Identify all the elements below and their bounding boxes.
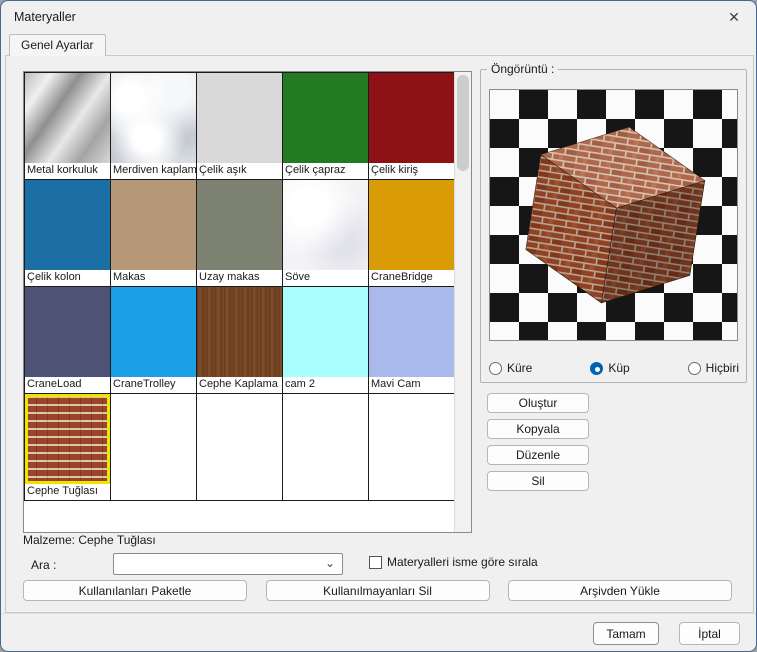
material-swatch[interactable] [369,180,454,270]
button-arşivden-yükle[interactable]: Arşivden Yükle [508,580,732,601]
material-name: CraneBridge [369,270,454,286]
material-cell-empty [197,394,283,501]
material-cell-empty [111,394,197,501]
button-i-ptal[interactable]: İptal [679,622,740,645]
title-bar: Materyaller ✕ [1,1,756,33]
brick-cube-preview [502,104,728,330]
sort-checkbox-label: Materyalleri isme göre sırala [387,555,538,569]
material-name: Merdiven kaplamı [111,163,196,179]
material-name: CraneLoad [25,377,110,393]
radio-label: Küp [608,361,629,375]
material-name: Cephe Tuğlası [25,484,110,500]
material-name: Uzay makas [197,270,282,286]
radio-küre[interactable]: Küre [489,361,532,375]
footer-buttons: Tamam İptal [593,622,740,645]
radio-dot [688,362,701,375]
close-icon[interactable]: ✕ [723,7,745,27]
material-cell[interactable]: cam 2 [283,287,369,394]
material-cell[interactable]: Çelik çapraz [283,73,369,180]
bottom-buttons: Kullanılanları Paketle Kullanılmayanları … [23,580,732,601]
material-cell[interactable]: Merdiven kaplamı [111,73,197,180]
materials-dialog: Materyaller ✕ Genel Ayarlar Metal korkul… [0,0,757,652]
material-name: Mavi Cam [369,377,454,393]
sort-checkbox[interactable] [369,556,382,569]
preview-viewport[interactable] [489,89,738,341]
material-swatch[interactable] [197,73,282,163]
material-cell[interactable]: Söve [283,180,369,287]
material-swatch[interactable] [25,73,110,163]
material-name: Cephe Kaplama [197,377,282,393]
material-name: Makas [111,270,196,286]
material-cell[interactable]: Makas [111,180,197,287]
search-combobox[interactable]: ⌄ [113,553,343,575]
window-title: Materyaller [14,10,76,24]
material-swatch[interactable] [25,287,110,377]
radio-dot [489,362,502,375]
materials-scrollbar[interactable] [454,72,471,532]
button-kullanılanları-paketle[interactable]: Kullanılanları Paketle [23,580,247,601]
material-name: CraneTrolley [111,377,196,393]
material-swatch[interactable] [111,287,196,377]
material-swatch[interactable] [283,180,368,270]
material-swatch[interactable] [25,394,110,484]
scrollbar-thumb[interactable] [457,75,469,171]
material-name: Çelik çapraz [283,163,368,179]
button-kopyala[interactable]: Kopyala [487,419,589,439]
material-swatch[interactable] [369,73,454,163]
material-swatch[interactable] [283,73,368,163]
material-swatch[interactable] [111,73,196,163]
button-sil[interactable]: Sil [487,471,589,491]
material-swatch[interactable] [197,287,282,377]
search-label: Ara : [31,558,56,572]
button-tamam[interactable]: Tamam [593,622,659,645]
material-swatch[interactable] [369,287,454,377]
material-cell[interactable]: Mavi Cam [369,287,455,394]
preview-options: Küre Küp Hiçbiri [489,361,739,375]
button-kullanılmayanları-sil[interactable]: Kullanılmayanları Sil [266,580,490,601]
footer-separator [1,613,756,614]
materials-cells: Metal korkulukMerdiven kaplamıÇelik aşık… [24,72,455,501]
material-cell[interactable]: Cephe Kaplama [197,287,283,394]
material-cell[interactable]: Cephe Tuğlası [25,394,111,501]
material-cell-empty [369,394,455,501]
radio-hiçbiri[interactable]: Hiçbiri [688,361,739,375]
sort-checkbox-row[interactable]: Materyalleri isme göre sırala [369,555,538,569]
chevron-down-icon[interactable]: ⌄ [325,556,335,570]
material-name: Metal korkuluk [25,163,110,179]
material-cell[interactable]: Çelik aşık [197,73,283,180]
material-cell[interactable]: CraneLoad [25,287,111,394]
material-swatch[interactable] [111,180,196,270]
material-cell-empty [283,394,369,501]
material-swatch[interactable] [197,180,282,270]
material-cell[interactable]: Uzay makas [197,180,283,287]
material-cell[interactable]: Metal korkuluk [25,73,111,180]
radio-label: Küre [507,361,532,375]
material-cell[interactable]: Çelik kiriş [369,73,455,180]
tab-genel-ayarlar[interactable]: Genel Ayarlar [9,34,106,56]
material-name: Çelik kiriş [369,163,454,179]
radio-küp[interactable]: Küp [590,361,629,375]
material-name: Çelik aşık [197,163,282,179]
material-name: Söve [283,270,368,286]
side-buttons: Oluştur Kopyala Düzenle Sil [487,393,589,491]
radio-dot [590,362,603,375]
material-cell[interactable]: CraneTrolley [111,287,197,394]
materials-list: Metal korkulukMerdiven kaplamıÇelik aşık… [23,71,472,533]
preview-group-label: Öngörüntü : [487,62,558,76]
material-swatch[interactable] [283,287,368,377]
button-düzenle[interactable]: Düzenle [487,445,589,465]
radio-label: Hiçbiri [706,361,739,375]
material-name: cam 2 [283,377,368,393]
material-swatch[interactable] [25,180,110,270]
material-cell[interactable]: CraneBridge [369,180,455,287]
material-name: Çelik kolon [25,270,110,286]
button-oluştur[interactable]: Oluştur [487,393,589,413]
selected-material-info: Malzeme: Cephe Tuğlası [23,533,156,547]
material-cell[interactable]: Çelik kolon [25,180,111,287]
